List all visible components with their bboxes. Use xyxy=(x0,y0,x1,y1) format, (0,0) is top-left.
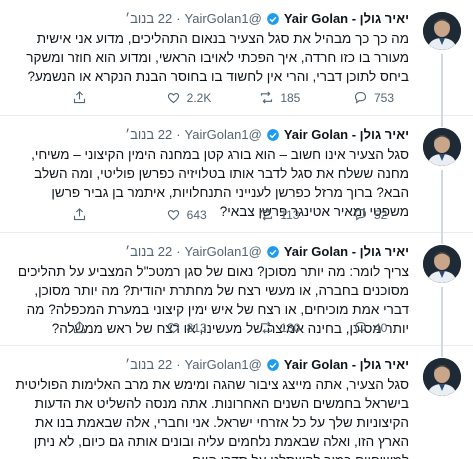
separator-dot: · xyxy=(176,357,181,372)
avatar[interactable] xyxy=(423,358,461,396)
reply-count: 753 xyxy=(373,90,394,105)
timestamp[interactable]: 22 בנוב׳ xyxy=(125,356,172,374)
tweet[interactable]: יאיר גולן - Yair Golan @YairGolan1 · 22 … xyxy=(0,233,473,357)
reply-count: 52 xyxy=(373,207,388,222)
author-handle[interactable]: @YairGolan1 xyxy=(185,10,262,28)
retweet-count: 185 xyxy=(280,90,301,105)
verified-badge-icon xyxy=(266,128,280,142)
like-count: 2.2K xyxy=(186,90,212,105)
verified-badge-icon xyxy=(266,245,280,259)
separator-dot: · xyxy=(176,11,181,26)
like-count: 813 xyxy=(186,320,207,335)
author-name[interactable]: יאיר גולן - Yair Golan xyxy=(284,126,409,144)
share-icon xyxy=(73,91,86,104)
author-handle[interactable]: @YairGolan1 xyxy=(185,356,262,374)
reply-button[interactable]: 52 xyxy=(353,207,409,222)
like-button[interactable]: 2.2K xyxy=(166,90,222,105)
timestamp[interactable]: 22 בנוב׳ xyxy=(125,10,172,28)
retweet-count: 130 xyxy=(280,320,301,335)
retweet-count: 113 xyxy=(280,207,300,222)
tweet[interactable]: יאיר גולן - Yair Golan @YairGolan1 · 22 … xyxy=(0,116,473,244)
verified-badge-icon xyxy=(266,12,280,26)
retweet-icon xyxy=(261,208,273,221)
reply-icon xyxy=(354,208,367,221)
avatar[interactable] xyxy=(423,12,461,50)
reply-count: 40 xyxy=(373,320,388,335)
like-icon xyxy=(167,92,179,104)
like-icon xyxy=(167,209,179,221)
retweet-icon xyxy=(261,91,273,104)
reply-icon xyxy=(354,321,367,334)
verified-badge-icon xyxy=(266,358,280,372)
timestamp[interactable]: 22 בנוב׳ xyxy=(125,243,172,261)
avatar[interactable] xyxy=(423,128,461,166)
tweet-text: מה כך כך מבהיל את סגל הצעיר בנאום התהליכ… xyxy=(26,31,409,84)
reply-icon xyxy=(354,91,367,104)
author-handle[interactable]: @YairGolan1 xyxy=(185,126,262,144)
share-icon xyxy=(73,208,86,221)
avatar[interactable] xyxy=(423,245,461,283)
separator-dot: · xyxy=(176,244,181,259)
tweet[interactable]: יאיר גולן - Yair Golan @YairGolan1 · 22 … xyxy=(0,0,473,127)
tweet-text: סגל הצעיר, אתה מייצג ציבור שהגה ומימש את… xyxy=(15,377,409,459)
like-count: 643 xyxy=(186,207,207,222)
like-button[interactable]: 643 xyxy=(166,207,222,222)
share-button[interactable] xyxy=(72,207,128,222)
author-name[interactable]: יאיר גולן - Yair Golan xyxy=(284,243,409,261)
like-button[interactable]: 813 xyxy=(166,320,222,335)
share-icon xyxy=(73,321,86,334)
retweet-button[interactable]: 185 xyxy=(259,90,315,105)
like-icon xyxy=(167,322,179,334)
share-button[interactable] xyxy=(72,320,128,335)
share-button[interactable] xyxy=(72,90,128,105)
retweet-button[interactable]: 130 xyxy=(259,320,315,335)
author-handle[interactable]: @YairGolan1 xyxy=(185,243,262,261)
tweet[interactable]: יאיר גולן - Yair Golan @YairGolan1 · 22 … xyxy=(0,346,473,459)
tweet-thread: יאיר גולן - Yair Golan @YairGolan1 · 22 … xyxy=(0,0,473,459)
retweet-button[interactable]: 113 xyxy=(259,207,315,222)
author-name[interactable]: יאיר גולן - Yair Golan xyxy=(284,356,409,374)
author-name[interactable]: יאיר גולן - Yair Golan xyxy=(284,10,409,28)
reply-button[interactable]: 753 xyxy=(353,90,409,105)
reply-button[interactable]: 40 xyxy=(353,320,409,335)
retweet-icon xyxy=(261,321,273,334)
separator-dot: · xyxy=(176,127,181,142)
timestamp[interactable]: 22 בנוב׳ xyxy=(125,126,172,144)
